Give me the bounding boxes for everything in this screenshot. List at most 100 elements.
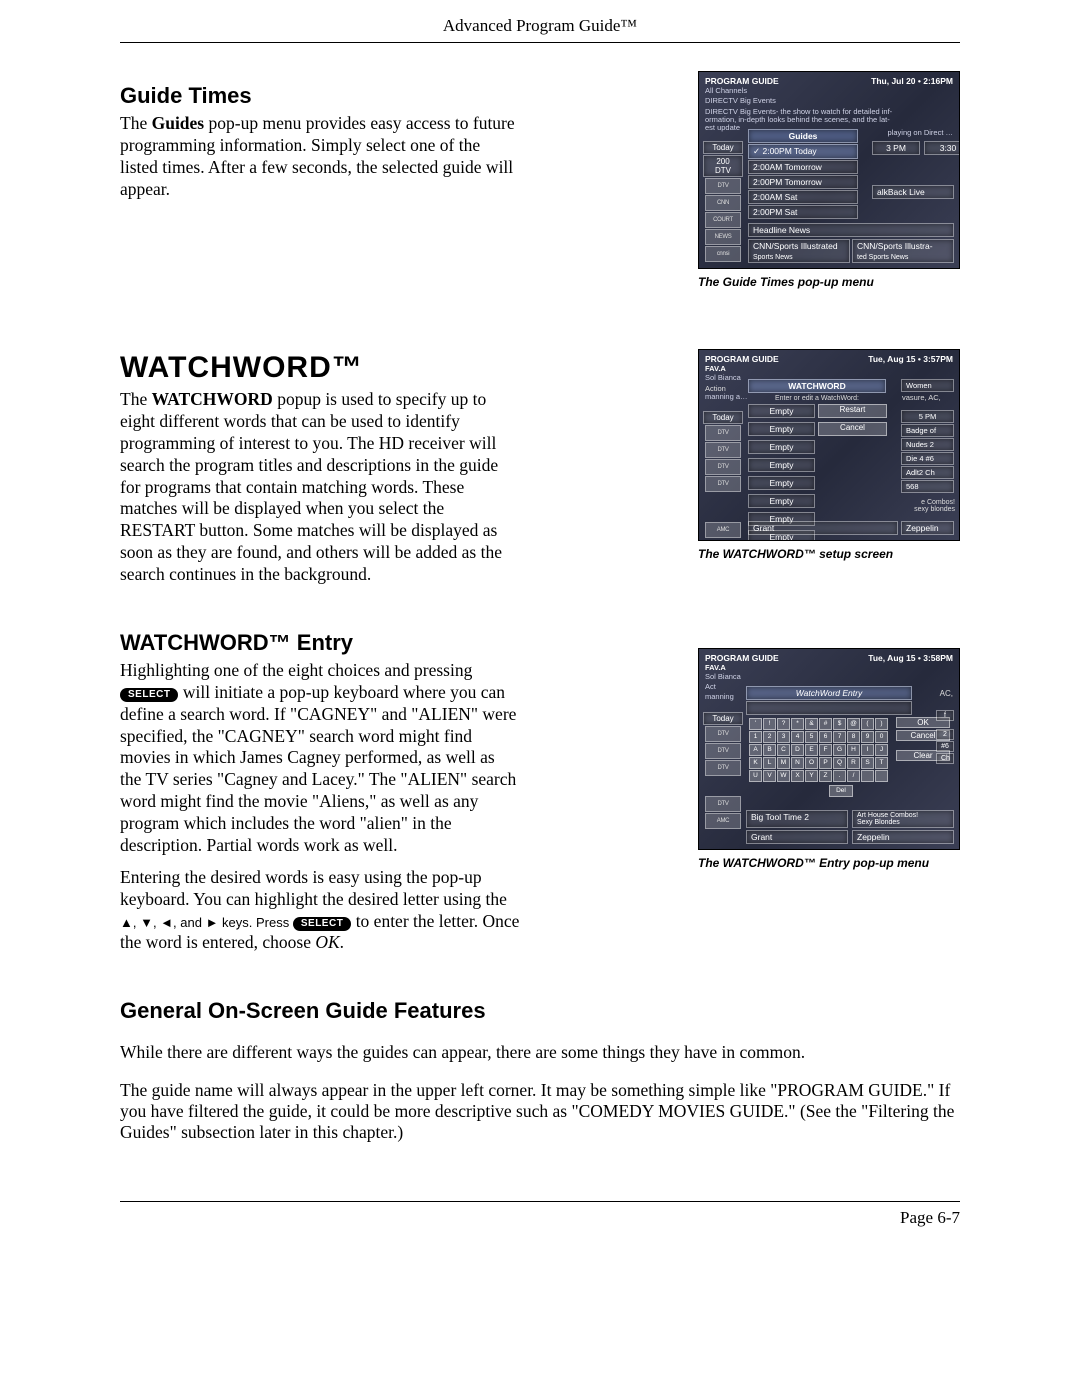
channel-logo: DTV — [705, 442, 741, 458]
keyboard-key[interactable] — [875, 770, 888, 782]
keyboard-key[interactable]: A — [749, 744, 762, 756]
text-input[interactable] — [746, 701, 912, 715]
grid-cell: Zeppelin — [901, 521, 954, 535]
keyboard-key[interactable]: ' — [749, 718, 762, 730]
keyboard-key[interactable]: D — [791, 744, 804, 756]
grid-cell: alkBack Live — [872, 185, 954, 199]
keyboard-key[interactable]: 7 — [833, 731, 846, 743]
watchword-slot[interactable]: Empty — [748, 494, 815, 508]
shot-subtitle: FAV.A — [705, 663, 779, 672]
grid-cell: 2 — [936, 729, 954, 740]
keyboard-key[interactable]: H — [847, 744, 860, 756]
grid-cell: Grant — [748, 521, 898, 535]
popup-title: WATCHWORD — [748, 379, 886, 393]
keyboard-key[interactable]: @ — [847, 718, 860, 730]
keyboard-key[interactable] — [861, 770, 874, 782]
keyboard-key[interactable]: L — [763, 757, 776, 769]
guide-option[interactable]: 2:00AM Tomorrow — [748, 160, 858, 174]
keyboard-key[interactable]: E — [805, 744, 818, 756]
body-general-p2: The guide name will always appear in the… — [120, 1080, 960, 1143]
del-key[interactable]: Del — [829, 785, 853, 797]
guide-option[interactable]: 2:00PM Tomorrow — [748, 175, 858, 189]
keyboard-key[interactable]: 3 — [777, 731, 790, 743]
keyboard-key[interactable]: # — [819, 718, 832, 730]
arrow-keys-icon: ▲, ▼, ◄, and ► keys. Press — [120, 915, 293, 930]
watchword-slot[interactable]: Empty — [748, 458, 815, 472]
select-key-icon: SELECT — [120, 688, 178, 703]
watchword-slot[interactable]: Empty — [748, 440, 815, 454]
keyboard-key[interactable]: 1 — [749, 731, 762, 743]
keyboard-key[interactable]: 4 — [791, 731, 804, 743]
keyboard-key[interactable]: ? — [777, 718, 790, 730]
keyboard-key[interactable]: W — [777, 770, 790, 782]
keyboard-key[interactable]: 6 — [819, 731, 832, 743]
keyboard-key[interactable]: M — [777, 757, 790, 769]
keyboard-key[interactable]: B — [763, 744, 776, 756]
guide-option[interactable]: ✓ 2:00PM Today — [748, 144, 858, 159]
shot-title: PROGRAM GUIDE — [705, 354, 779, 364]
shot-row: Sol Bianca — [699, 673, 959, 683]
channel-logo: AMC — [705, 813, 741, 829]
keyboard-key[interactable]: N — [791, 757, 804, 769]
keyboard-key[interactable]: U — [749, 770, 762, 782]
keyboard-key[interactable]: $ — [833, 718, 846, 730]
keyboard-key[interactable]: Z — [819, 770, 832, 782]
keyboard-key[interactable]: T — [875, 757, 888, 769]
shot-banner2: DIRECTV Big Events — [699, 97, 959, 107]
keyboard-key[interactable]: / — [847, 770, 860, 782]
keyboard-key[interactable]: ) — [875, 718, 888, 730]
restart-button[interactable]: Restart — [818, 404, 887, 418]
keyboard-key[interactable]: P — [819, 757, 832, 769]
keyboard-key[interactable]: K — [749, 757, 762, 769]
header-rule — [120, 42, 960, 43]
grid-cell: CNN/Sports Illustra- ted Sports News — [852, 239, 954, 263]
grid-cell: vasure, AC, — [900, 393, 955, 402]
keyboard-key[interactable]: S — [861, 757, 874, 769]
channel-logo: DTV — [705, 178, 741, 194]
keyboard-key[interactable]: I — [861, 744, 874, 756]
figure-caption: The WATCHWORD™ setup screen — [698, 547, 960, 561]
channel-logo: cnnsi — [705, 246, 741, 262]
keyboard-key[interactable]: J — [875, 744, 888, 756]
grid-cell: Nudes 2 — [901, 438, 954, 451]
keyboard-key[interactable]: * — [791, 718, 804, 730]
keyboard-key[interactable]: O — [805, 757, 818, 769]
keyboard-key[interactable]: . — [833, 770, 846, 782]
left-cell: Today — [703, 411, 743, 424]
select-key-icon: SELECT — [293, 917, 351, 932]
keyboard-key[interactable]: 2 — [763, 731, 776, 743]
heading-general: General On-Screen Guide Features — [120, 998, 960, 1024]
guide-option[interactable]: 2:00AM Sat — [748, 190, 858, 204]
guide-option[interactable]: 2:00PM Sat — [748, 205, 858, 219]
keyboard-key[interactable]: 9 — [861, 731, 874, 743]
keyboard-key[interactable]: & — [805, 718, 818, 730]
keyboard-key[interactable]: 5 — [805, 731, 818, 743]
watchword-slot[interactable]: Empty — [748, 422, 815, 436]
shot-title: PROGRAM GUIDE — [705, 76, 779, 86]
shot-right-text: AC, — [940, 689, 953, 698]
keyboard-key[interactable]: R — [847, 757, 860, 769]
grid-cell: f — [936, 710, 954, 721]
grid-cell: Grant — [746, 830, 848, 844]
keyboard-key[interactable]: ( — [861, 718, 874, 730]
keyboard-key[interactable]: Y — [805, 770, 818, 782]
onscreen-keyboard[interactable]: '!?*&#$@() 1234567890 ABCDEFGHIJ KLMNOPQRST… — [749, 718, 888, 782]
left-cell: Today — [703, 141, 743, 154]
shot-datetime: Tue, Aug 15 • 3:57PM — [868, 354, 953, 373]
keyboard-key[interactable]: X — [791, 770, 804, 782]
keyboard-key[interactable]: C — [777, 744, 790, 756]
cancel-button[interactable]: Cancel — [818, 422, 887, 436]
watchword-slot[interactable]: Empty — [748, 404, 815, 418]
keyboard-key[interactable]: ! — [763, 718, 776, 730]
section-watchword-entry: PROGRAM GUIDE FAV.A Tue, Aug 15 • 3:58PM… — [120, 618, 960, 964]
shot-datetime: Thu, Jul 20 • 2:16PM — [871, 76, 953, 86]
watchword-slot[interactable]: Empty — [748, 476, 815, 490]
keyboard-key[interactable]: G — [833, 744, 846, 756]
keyboard-key[interactable]: Q — [833, 757, 846, 769]
shot-datetime: Tue, Aug 15 • 3:58PM — [868, 653, 953, 672]
keyboard-key[interactable]: 0 — [875, 731, 888, 743]
keyboard-key[interactable]: F — [819, 744, 832, 756]
body-watchword: The WATCHWORD popup is used to specify u… — [120, 389, 520, 586]
keyboard-key[interactable]: V — [763, 770, 776, 782]
keyboard-key[interactable]: 8 — [847, 731, 860, 743]
